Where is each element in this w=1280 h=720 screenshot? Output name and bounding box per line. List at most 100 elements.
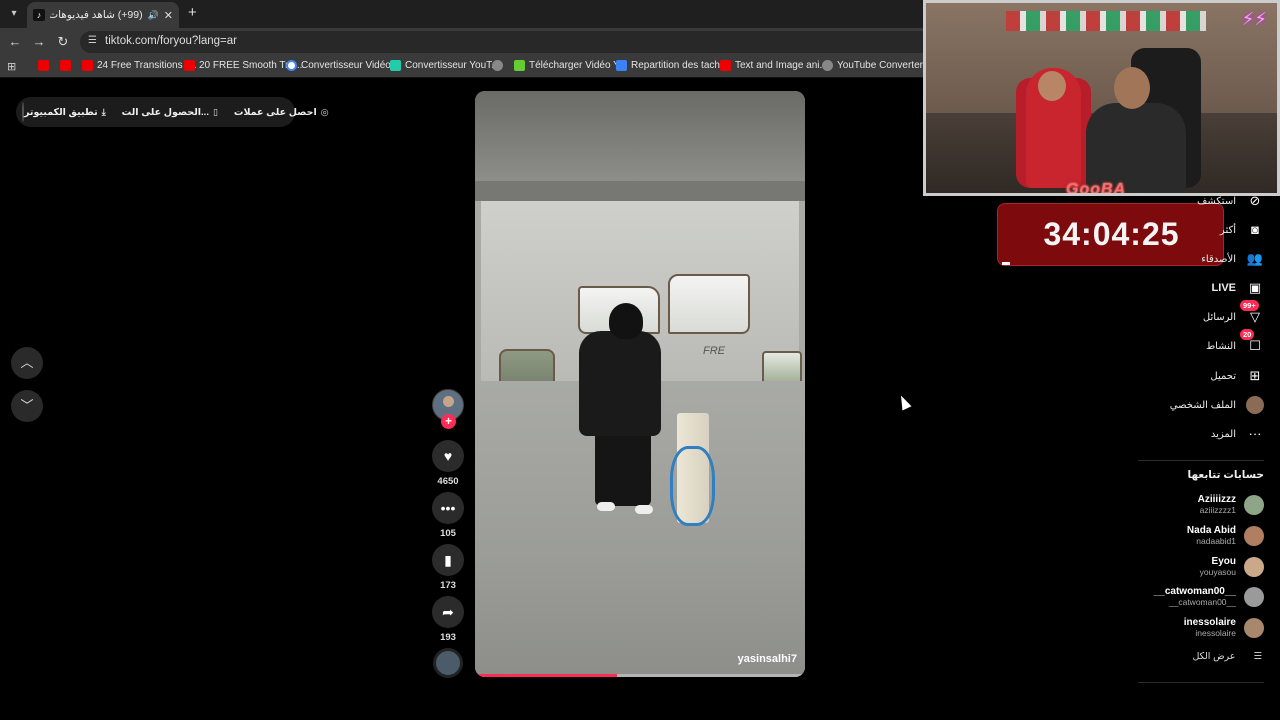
youtube-icon [82, 60, 93, 71]
bookmark-item[interactable]: Convertisseur YouT... [390, 60, 500, 71]
youtube-icon [720, 60, 731, 71]
rope [670, 446, 715, 526]
bookmark-item[interactable]: 20 FREE Smooth Tra... [184, 60, 302, 71]
get-coins-link[interactable]: احصل على عملات ◎ [234, 107, 329, 118]
bookmark-item[interactable]: 24 Free Transitions f... [82, 60, 197, 71]
video-player[interactable]: FRE yasinsalhi7 [475, 91, 805, 677]
person-legs [595, 431, 651, 506]
avatar [1244, 586, 1264, 607]
timer-digits: 34:04:25 [1043, 216, 1180, 252]
comment-button[interactable]: ••• [432, 492, 464, 524]
previous-video-button[interactable]: ︿ [11, 347, 43, 379]
bookmark-item[interactable]: Télécharger Vidéo Y... [514, 60, 627, 71]
avatar [1244, 556, 1264, 577]
stream-timer: 34:04:25 [997, 203, 1224, 266]
sidebar-item-following[interactable]: أكثر ◙ [1220, 219, 1264, 241]
converter-icon [390, 60, 401, 71]
top-actions-pill: تطبيق الكمبيوتر ⤓ الحصول على الت... ▯ احصل… [16, 97, 329, 127]
mouse-cursor-icon [896, 393, 912, 411]
bookmark-item[interactable] [60, 60, 75, 71]
followed-account[interactable]: Aziiiizzz aziiizzzz1 [1198, 494, 1264, 515]
tab-search-icon[interactable]: ▾ [6, 6, 22, 22]
avatar [1244, 525, 1264, 546]
download-icon: ⤓ [101, 106, 106, 117]
account-handle: aziiizzzz1 [1199, 505, 1236, 515]
followed-account[interactable]: inessolaire inessolaire [1184, 617, 1264, 638]
site-info-icon[interactable]: ☰ [88, 35, 97, 46]
sidebar-item-more[interactable]: المزيد ··· [1211, 423, 1264, 445]
music-disc-icon[interactable] [433, 648, 463, 678]
like-count: 4650 [437, 476, 459, 487]
bookmark-item[interactable]: YouTube Converter... [822, 60, 931, 71]
neon-sign: ⚡⚡ [1241, 9, 1267, 29]
followed-account[interactable]: Eyou youyasou [1200, 556, 1264, 577]
sidebar-item-messages[interactable]: الرسائل ▽ 99+ [1203, 300, 1264, 328]
timer-bar [1002, 262, 1010, 265]
bookmark-item[interactable]: Convertisseur Vidéo... [286, 60, 399, 71]
youtube-icon [60, 60, 71, 71]
sidebar-item-live[interactable]: LIVE ▣ [1212, 277, 1264, 299]
account-handle: inessolaire [1195, 628, 1236, 638]
cam-person-head [1038, 71, 1066, 101]
browser-tab[interactable]: ♪ (99+) شاهد فيديوهات متصدرة 🔊 ✕ [27, 2, 179, 28]
avatar [1244, 494, 1264, 515]
share-icon: ➦ [442, 604, 454, 620]
more-icon: ··· [1248, 426, 1262, 441]
url-text: tiktok.com/foryou?lang=ar [105, 35, 237, 47]
bookmark-item[interactable] [492, 60, 507, 71]
youtube-icon [184, 60, 195, 71]
avatar [1246, 396, 1264, 414]
bookmark-item[interactable]: Text and Image ani... [720, 60, 828, 71]
friends-icon: 👥 [1246, 251, 1264, 266]
followed-account[interactable]: __catwoman00__ __catwoman00__ [1154, 586, 1264, 607]
cam-flags [1006, 11, 1206, 31]
speaker-icon[interactable]: 🔊 [148, 10, 159, 21]
follow-plus-icon[interactable]: + [441, 414, 456, 429]
sidebar-item-upload[interactable]: تحميل ⊞ [1210, 365, 1264, 387]
compass-icon: ⊘ [1249, 193, 1261, 208]
chevron-down-icon: ﹀ [20, 398, 34, 413]
video-beam [475, 181, 805, 201]
youtube-icon [38, 60, 49, 71]
live-icon: ▣ [1248, 280, 1262, 295]
person-head [609, 303, 643, 339]
back-icon[interactable]: ← [7, 34, 23, 50]
account-name: Nada Abid [1186, 525, 1236, 536]
sidebar-item-friends[interactable]: الأصدقاء 👥 [1201, 248, 1264, 270]
close-icon[interactable]: ✕ [164, 9, 173, 22]
bookmark-item[interactable] [38, 60, 53, 71]
save-button[interactable]: ▮ [432, 544, 464, 576]
desktop-app-link[interactable]: تطبيق الكمبيوتر ⤓ [24, 107, 106, 118]
following-heading: حسابات تتابعها [1187, 469, 1264, 481]
docs-icon [616, 60, 627, 71]
shoe [597, 502, 615, 511]
see-all-link[interactable]: عرض الكل ☰ [1192, 651, 1262, 662]
get-app-link[interactable]: الحصول على الت... ▯ [122, 107, 218, 118]
sidebar-item-explore[interactable]: استكشف ⊘ [1197, 190, 1264, 212]
followed-account[interactable]: Nada Abid nadaabid1 [1187, 525, 1264, 546]
bookmark-item[interactable]: Repartition des tach... [616, 60, 728, 71]
shoe [635, 505, 653, 514]
forward-icon[interactable]: → [31, 34, 47, 50]
account-handle: __catwoman00__ [1168, 597, 1236, 607]
globe-icon [822, 60, 833, 71]
like-button[interactable]: ♥ [432, 440, 464, 472]
sidebar-item-activity[interactable]: النشاط ☐ 20 [1206, 329, 1264, 357]
apps-grid-icon[interactable]: ⊞ [7, 60, 16, 73]
messages-icon: ▽ 99+ [1240, 300, 1264, 326]
globe-icon [492, 60, 503, 71]
coin-icon: ◎ [320, 106, 329, 117]
video-progress-bar[interactable] [475, 674, 805, 677]
video-username[interactable]: yasinsalhi7 [738, 653, 797, 665]
messages-badge: 99+ [1240, 300, 1259, 311]
sidebar-item-profile[interactable]: الملف الشخصي [1170, 394, 1264, 416]
share-button[interactable]: ➦ [432, 596, 464, 628]
next-video-button[interactable]: ﹀ [11, 390, 43, 422]
reload-icon[interactable]: ↻ [55, 34, 71, 50]
comment-count: 105 [440, 528, 456, 539]
account-handle: youyasou [1199, 567, 1236, 577]
sidebar-divider [1138, 460, 1264, 461]
new-tab-icon[interactable]: + [188, 5, 202, 21]
avatar [1244, 617, 1264, 638]
activity-icon: ☐ 20 [1240, 329, 1264, 355]
